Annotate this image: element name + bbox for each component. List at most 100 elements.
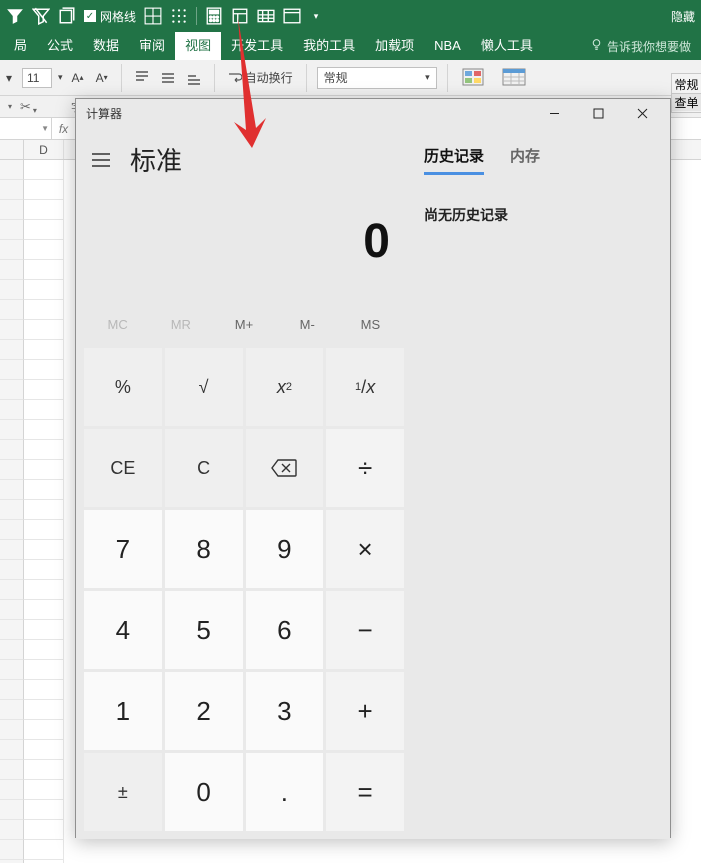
tab-addins[interactable]: 加载项 — [365, 32, 424, 60]
tab-lazy-tools[interactable]: 懒人工具 — [471, 32, 543, 60]
cell[interactable] — [24, 640, 64, 660]
mminus-button[interactable]: M- — [276, 309, 339, 340]
cell[interactable] — [24, 200, 64, 220]
increase-font-icon[interactable]: A▴ — [69, 70, 87, 86]
clipboard-dropdown-icon[interactable]: ▾ — [33, 106, 37, 115]
c-key[interactable]: C — [165, 429, 243, 507]
reciprocal-key[interactable]: 1/x — [326, 348, 404, 426]
cell[interactable] — [24, 660, 64, 680]
cell[interactable] — [24, 800, 64, 820]
row-header[interactable] — [0, 840, 24, 860]
dotted-grid-icon[interactable] — [170, 7, 188, 25]
cell[interactable] — [24, 720, 64, 740]
row-header[interactable] — [0, 220, 24, 240]
cell[interactable] — [24, 180, 64, 200]
tab-data[interactable]: 数据 — [83, 32, 129, 60]
key-3[interactable]: 3 — [246, 672, 324, 750]
cell[interactable] — [24, 700, 64, 720]
cell[interactable] — [24, 560, 64, 580]
window-icon[interactable] — [283, 7, 301, 25]
key-9[interactable]: 9 — [246, 510, 324, 588]
maximize-button[interactable] — [576, 99, 620, 127]
cell[interactable] — [24, 260, 64, 280]
qat-right-label[interactable]: 隐藏 — [671, 8, 695, 25]
square-key[interactable]: x2 — [246, 348, 324, 426]
memory-tab[interactable]: 内存 — [510, 145, 540, 175]
row-header[interactable] — [0, 600, 24, 620]
font-size-dropdown-icon[interactable]: ▾ — [58, 72, 63, 83]
key-5[interactable]: 5 — [165, 591, 243, 669]
row-header[interactable] — [0, 320, 24, 340]
backspace-key[interactable] — [246, 429, 324, 507]
percent-key[interactable]: % — [84, 348, 162, 426]
table-icon[interactable] — [257, 7, 275, 25]
align-top-icon[interactable] — [132, 70, 152, 86]
row-header[interactable] — [0, 780, 24, 800]
row-header[interactable] — [0, 540, 24, 560]
cell[interactable] — [24, 580, 64, 600]
font-dropdown-tail[interactable]: ▾ — [6, 71, 16, 85]
key-1[interactable]: 1 — [84, 672, 162, 750]
key-8[interactable]: 8 — [165, 510, 243, 588]
align-bottom-icon[interactable] — [184, 70, 204, 86]
mplus-button[interactable]: M+ — [212, 309, 275, 340]
minus-key[interactable]: − — [326, 591, 404, 669]
multiply-key[interactable]: × — [326, 510, 404, 588]
history-tab[interactable]: 历史记录 — [424, 145, 484, 175]
fx-icon[interactable]: fx — [52, 118, 76, 139]
key-6[interactable]: 6 — [246, 591, 324, 669]
mc-button[interactable]: MC — [86, 309, 149, 340]
cell[interactable] — [24, 360, 64, 380]
row-header[interactable] — [0, 240, 24, 260]
font-size-input[interactable]: 11 — [22, 68, 52, 88]
cut-icon[interactable]: ✂ — [20, 99, 31, 115]
row-header[interactable] — [0, 420, 24, 440]
cell[interactable] — [24, 280, 64, 300]
key-2[interactable]: 2 — [165, 672, 243, 750]
name-box[interactable]: ▼ — [0, 118, 52, 139]
row-header[interactable] — [0, 280, 24, 300]
clear-filter-icon[interactable] — [32, 7, 50, 25]
tab-formulas[interactable]: 公式 — [37, 32, 83, 60]
row-header[interactable] — [0, 640, 24, 660]
cell[interactable] — [24, 840, 64, 860]
menu-button[interactable] — [86, 145, 116, 175]
cell[interactable] — [24, 440, 64, 460]
key-0[interactable]: 0 — [165, 753, 243, 831]
row-header[interactable] — [0, 800, 24, 820]
number-format-dropdown[interactable]: 常规 ▾ — [317, 67, 437, 89]
grid-icon[interactable] — [144, 7, 162, 25]
row-header[interactable] — [0, 700, 24, 720]
row-header[interactable] — [0, 460, 24, 480]
decimal-key[interactable]: . — [246, 753, 324, 831]
row-header[interactable] — [0, 260, 24, 280]
tab-layout[interactable]: 局 — [4, 32, 37, 60]
tab-view[interactable]: 视图 — [175, 32, 221, 60]
row-header[interactable] — [0, 520, 24, 540]
row-header[interactable] — [0, 360, 24, 380]
plus-key[interactable]: + — [326, 672, 404, 750]
form-icon[interactable] — [231, 7, 249, 25]
ms-button[interactable]: MS — [339, 309, 402, 340]
calculator-titlebar[interactable]: 计算器 — [76, 99, 670, 127]
sqrt-key[interactable]: √ — [165, 348, 243, 426]
cell[interactable] — [24, 300, 64, 320]
row-header[interactable] — [0, 380, 24, 400]
key-7[interactable]: 7 — [84, 510, 162, 588]
cell[interactable] — [24, 240, 64, 260]
filter-icon[interactable] — [6, 7, 24, 25]
cell[interactable] — [24, 160, 64, 180]
row-header[interactable] — [0, 820, 24, 840]
row-header[interactable] — [0, 340, 24, 360]
row-header[interactable] — [0, 660, 24, 680]
cell[interactable] — [24, 320, 64, 340]
row-header[interactable] — [0, 760, 24, 780]
cell[interactable] — [24, 540, 64, 560]
paste-dropdown-icon[interactable]: ▾ — [8, 102, 12, 111]
column-header[interactable]: D — [24, 140, 64, 159]
conditional-format-icon[interactable] — [458, 65, 492, 91]
minimize-button[interactable] — [532, 99, 576, 127]
gridlines-checkbox[interactable]: ✓ 网格线 — [84, 8, 136, 25]
cell[interactable] — [24, 380, 64, 400]
tab-mytools[interactable]: 我的工具 — [293, 32, 365, 60]
